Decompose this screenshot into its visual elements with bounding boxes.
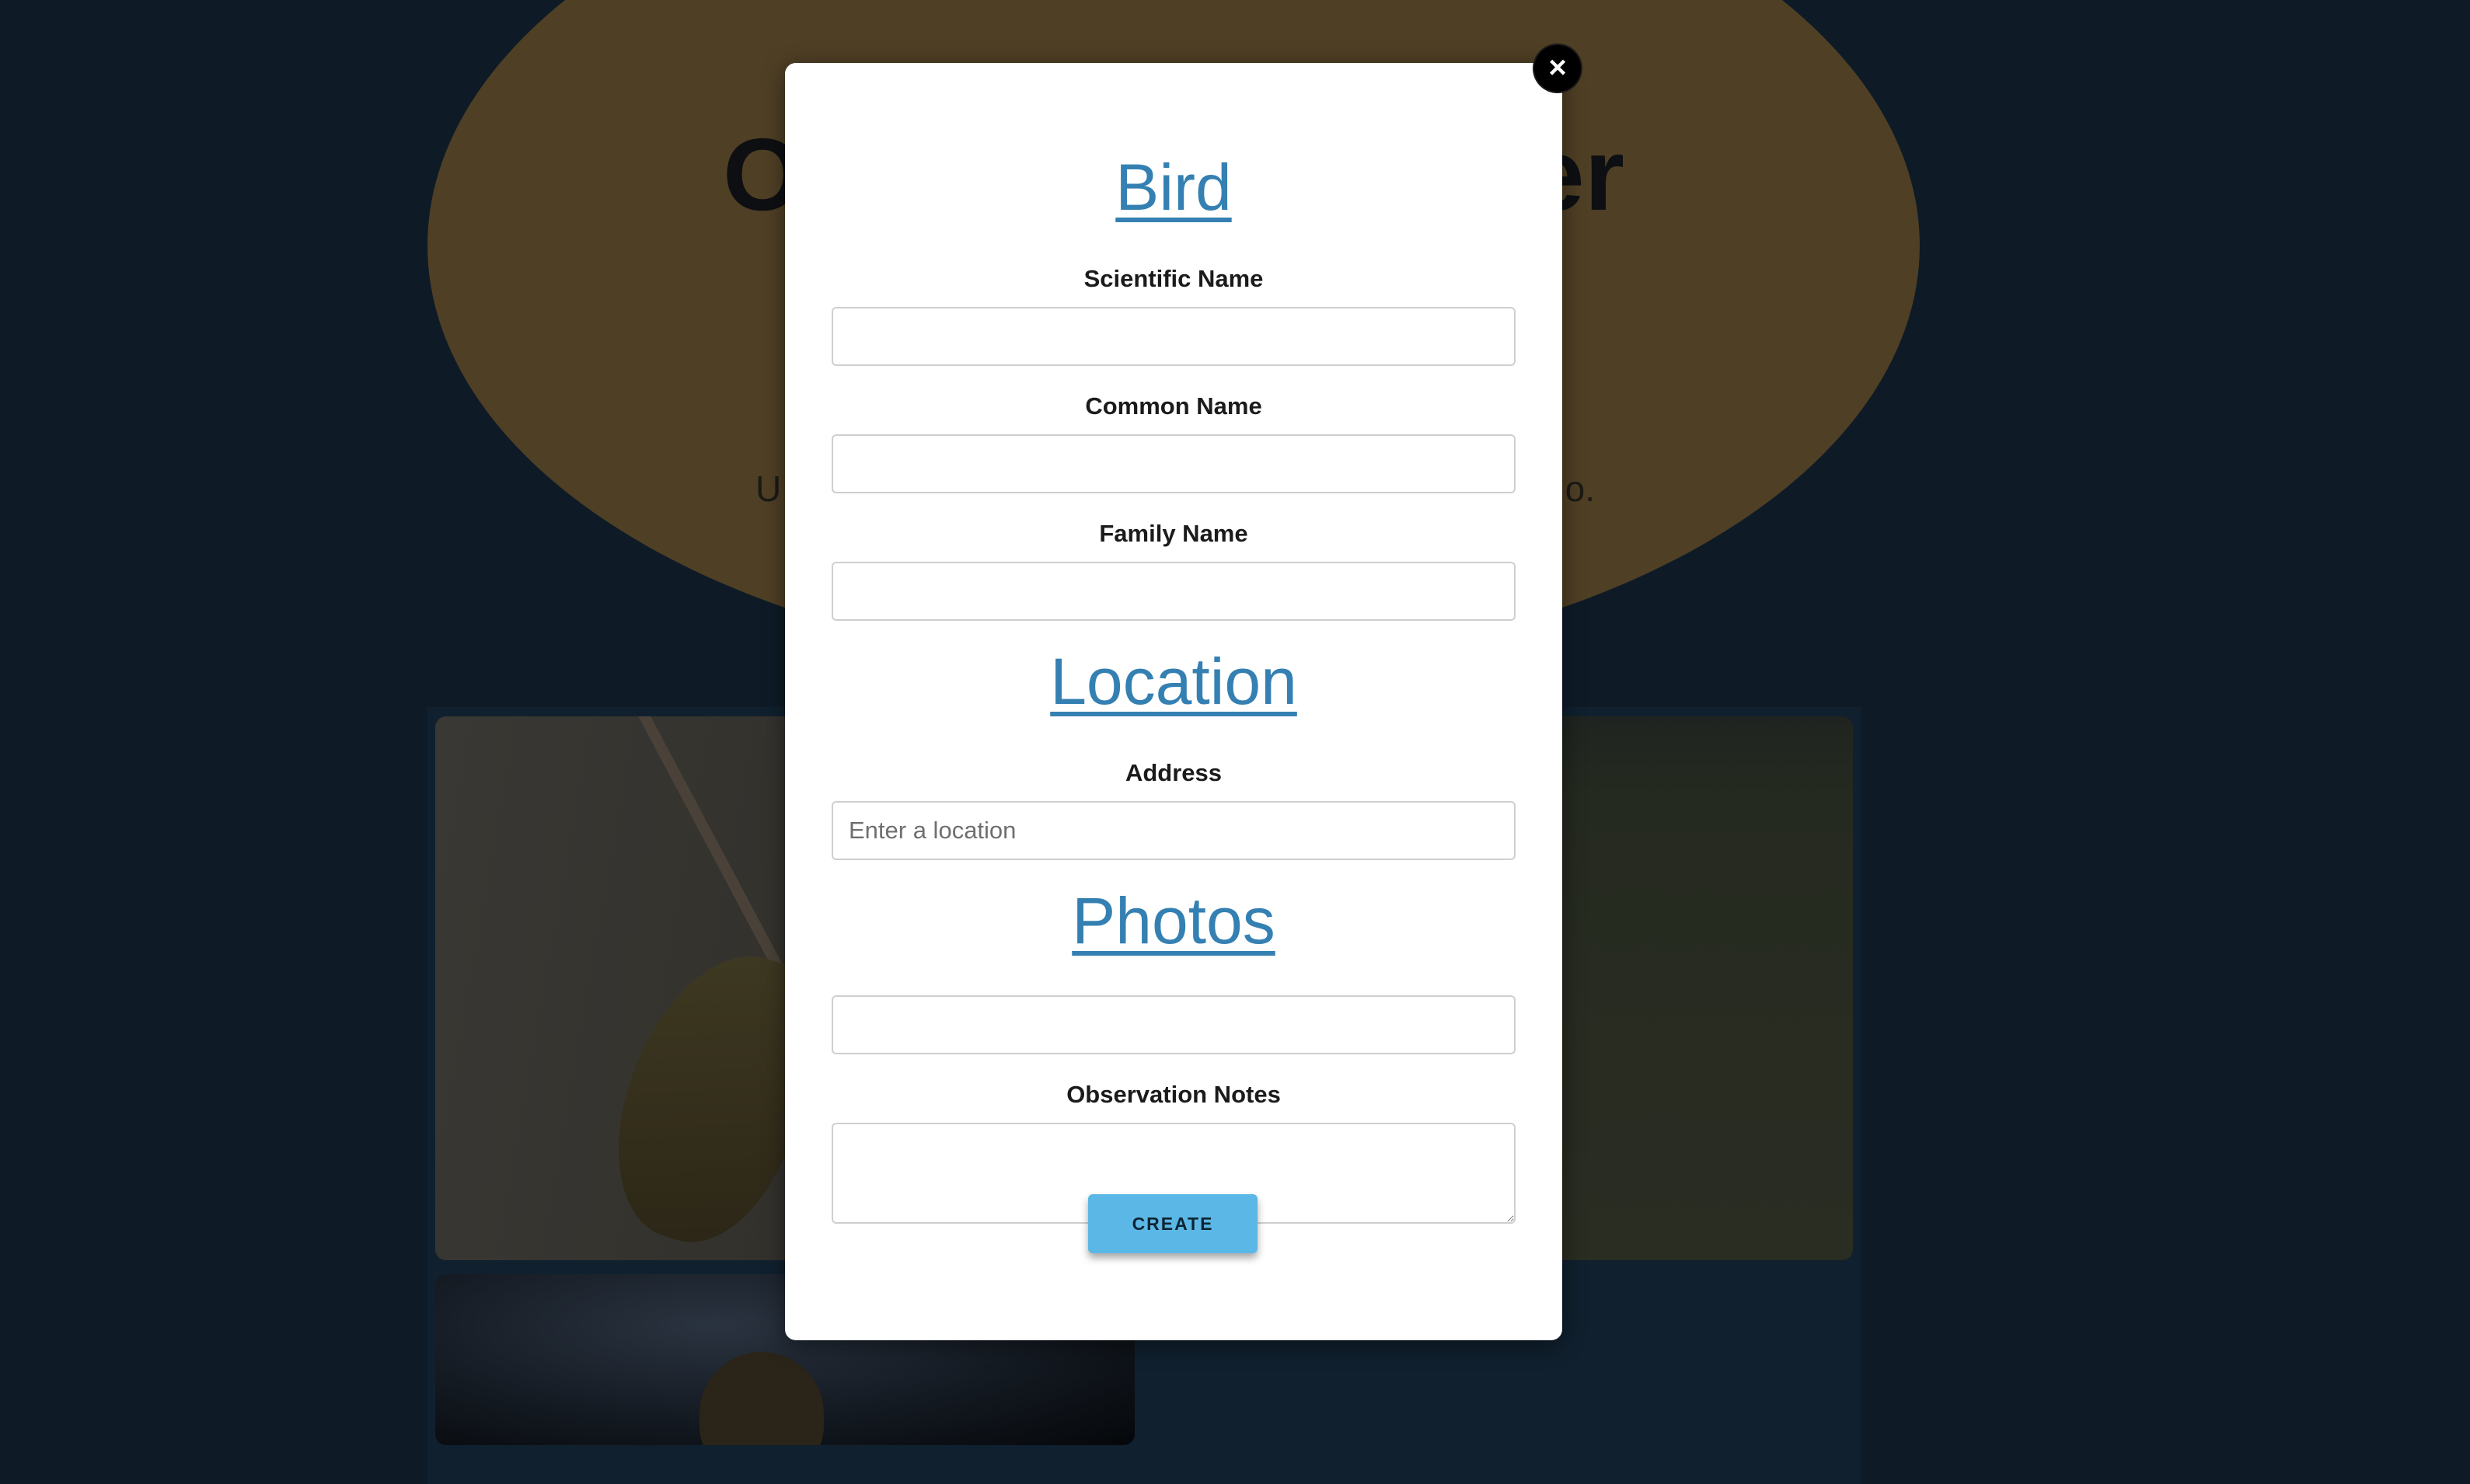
section-title-photos-text: Photos <box>1072 884 1275 957</box>
section-title-bird-text: Bird <box>1115 151 1232 224</box>
hero-subtitle-right: o. <box>1565 469 1595 509</box>
section-title-location: Location <box>785 643 1562 720</box>
hero-subtitle-left: U <box>755 469 782 509</box>
common-name-input[interactable] <box>832 434 1516 493</box>
create-observation-modal: Bird Scientific Name Common Name Family … <box>785 63 1562 1340</box>
section-title-photos: Photos <box>785 882 1562 960</box>
address-input[interactable] <box>832 801 1516 860</box>
section-title-bird: Bird <box>785 148 1562 226</box>
bird-shape <box>699 1352 824 1445</box>
photo-url-input[interactable] <box>832 995 1516 1054</box>
section-title-location-text: Location <box>1050 645 1297 718</box>
scientific-name-input[interactable] <box>832 307 1516 366</box>
create-button[interactable]: CREATE <box>1088 1194 1258 1253</box>
scientific-name-label: Scientific Name <box>1083 265 1264 292</box>
observation-notes-label: Observation Notes <box>1066 1081 1281 1108</box>
branch-shape <box>622 716 785 974</box>
family-name-input[interactable] <box>832 562 1516 621</box>
close-icon[interactable]: × <box>1534 45 1581 92</box>
common-name-label: Common Name <box>1085 392 1262 420</box>
family-name-label: Family Name <box>1099 520 1248 547</box>
address-label: Address <box>1125 759 1223 786</box>
